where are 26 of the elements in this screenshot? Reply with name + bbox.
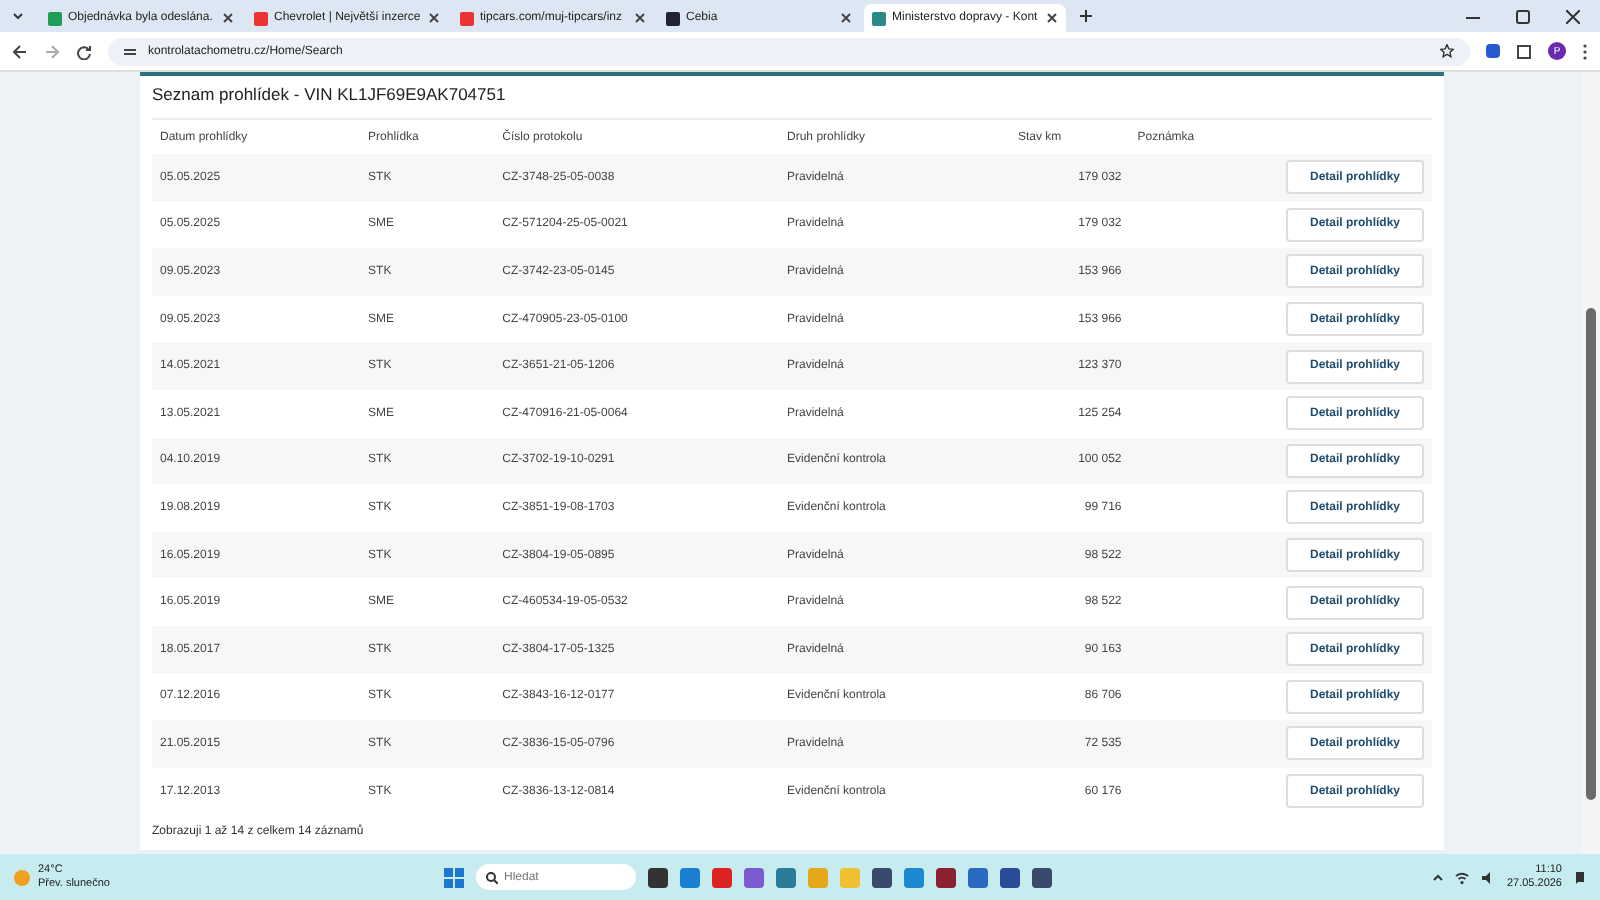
- page-title: Seznam prohlídek - VIN KL1JF69E9AK704751: [152, 82, 508, 108]
- site-icon: [254, 11, 268, 25]
- site-icon: [666, 11, 680, 25]
- chevron-up-icon[interactable]: [1432, 871, 1445, 883]
- close-icon[interactable]: [840, 12, 852, 24]
- close-icon[interactable]: [428, 12, 440, 24]
- extensions-icon[interactable]: [1516, 43, 1532, 59]
- site-icon: [460, 11, 474, 25]
- back-icon[interactable]: [12, 43, 28, 59]
- start-icon[interactable]: [444, 867, 464, 887]
- close-icon[interactable]: [222, 12, 234, 24]
- wifi-icon[interactable]: [1454, 869, 1471, 885]
- extension-icon[interactable]: [1486, 44, 1500, 58]
- maximize-icon[interactable]: [1516, 9, 1530, 23]
- notification-icon[interactable]: [1572, 869, 1588, 885]
- site-info-icon[interactable]: [124, 45, 136, 57]
- close-icon[interactable]: [1566, 9, 1580, 23]
- star-icon[interactable]: [1440, 44, 1454, 58]
- new-tab-icon[interactable]: [1078, 8, 1094, 24]
- close-icon[interactable]: [634, 12, 646, 24]
- close-icon[interactable]: [1046, 12, 1058, 24]
- site-icon: [48, 11, 62, 25]
- reload-icon[interactable]: [76, 43, 92, 59]
- scrollbar[interactable]: [1582, 72, 1600, 854]
- menu-icon[interactable]: [1582, 43, 1588, 59]
- site-icon: [872, 11, 886, 25]
